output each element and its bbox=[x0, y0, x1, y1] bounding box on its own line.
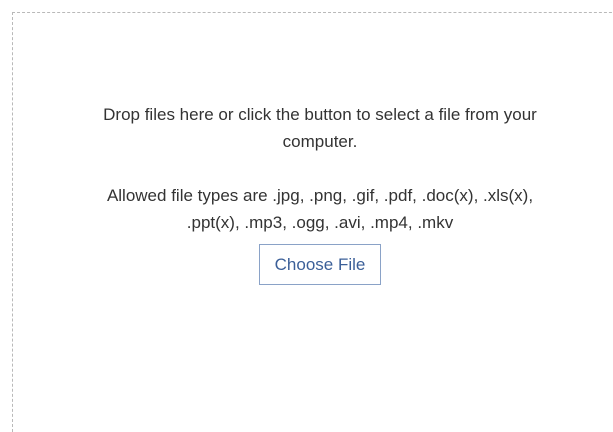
dropzone-content: Drop files here or click the button to s… bbox=[32, 101, 608, 285]
drop-instruction-line-2: computer. bbox=[282, 132, 358, 151]
allowed-types-line-2: .ppt(x), .mp3, .ogg, .avi, .mp4, .mkv bbox=[186, 213, 454, 232]
drop-instruction-line-1: Drop files here or click the button to s… bbox=[103, 105, 537, 124]
allowed-types-line-1: Allowed file types are .jpg, .png, .gif,… bbox=[106, 186, 534, 205]
choose-file-button[interactable]: Choose File bbox=[258, 244, 382, 285]
